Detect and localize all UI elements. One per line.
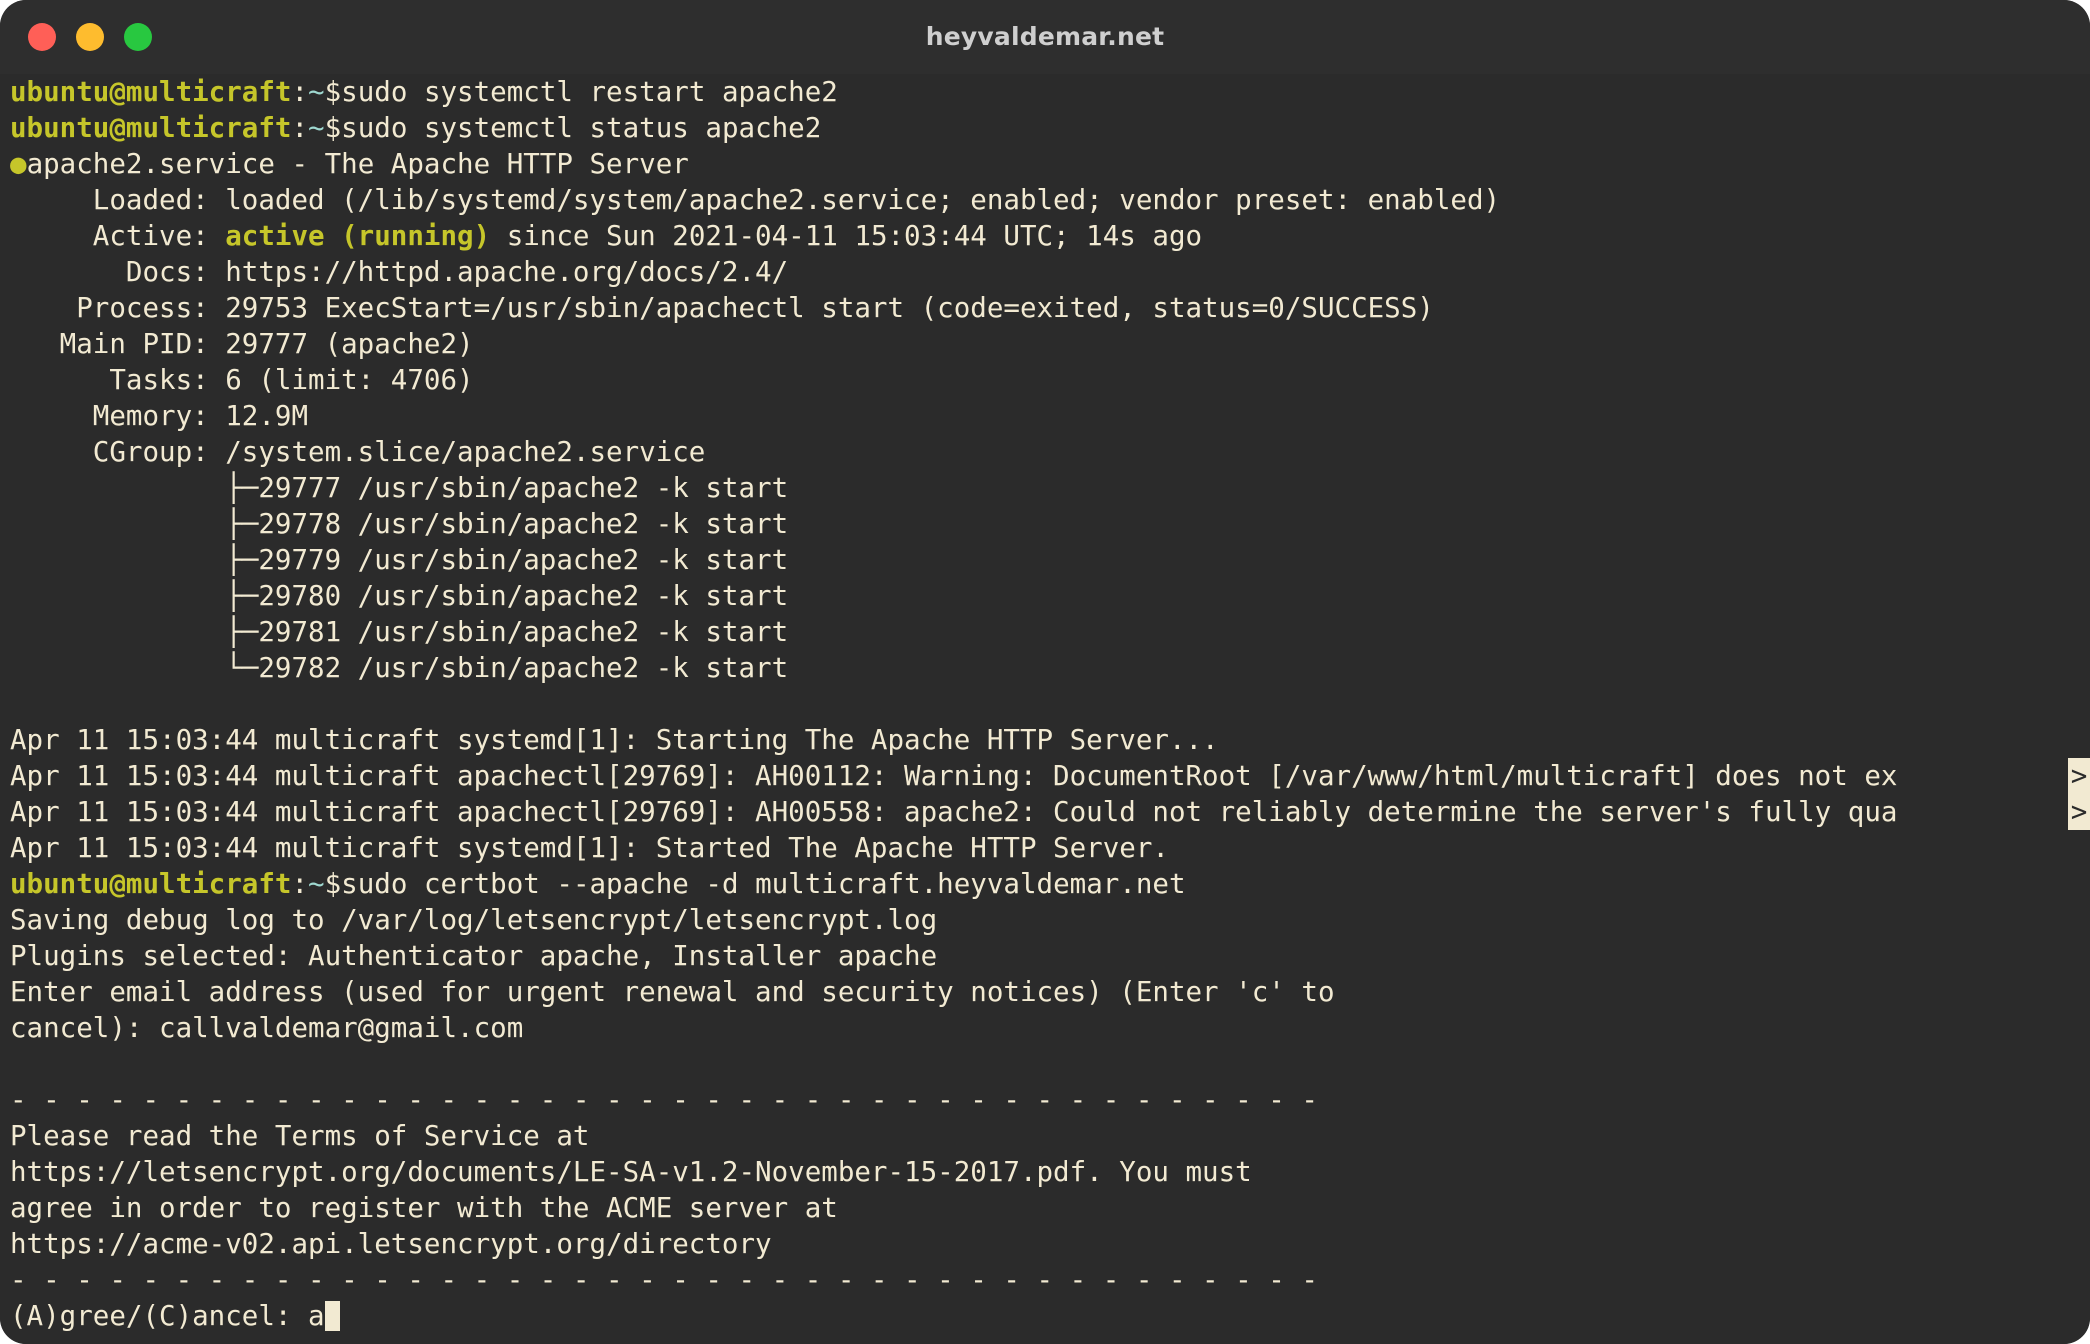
tos-line-1: Please read the Terms of Service at: [10, 1120, 590, 1152]
service-loaded-value: loaded (/lib/systemd/system/apache2.serv…: [225, 184, 1501, 216]
cgroup-child-line: └─29782 /usr/sbin/apache2 -k start: [10, 652, 789, 684]
prompt-user-host: ubuntu@multicraft: [10, 76, 292, 108]
certbot-plugins-line: Plugins selected: Authenticator apache, …: [10, 940, 938, 972]
command-line-status: ubuntu@multicraft:~$sudo systemctl statu…: [10, 110, 2090, 146]
prompt-user-host: ubuntu@multicraft: [10, 868, 292, 900]
prompt-path: ~: [308, 76, 325, 108]
prompt-colon: :: [291, 76, 309, 108]
cgroup-child-line: ├─29779 /usr/sbin/apache2 -k start: [10, 544, 789, 576]
certbot-saving-log-line: Saving debug log to /var/log/letsencrypt…: [10, 904, 938, 936]
journal-line-text: Apr 11 15:03:44 multicraft apachectl[297…: [10, 760, 1898, 792]
agree-prompt-line[interactable]: (A)gree/(C)ancel: a: [10, 1298, 2090, 1334]
command-text-status: sudo systemctl status apache2: [341, 112, 822, 144]
prompt-colon: :: [291, 868, 309, 900]
minimize-button[interactable]: [76, 23, 104, 51]
command-text-certbot: sudo certbot --apache -d multicraft.heyv…: [341, 868, 1186, 900]
journal-line-text: Apr 11 15:03:44 multicraft apachectl[297…: [10, 796, 1898, 828]
service-loaded-line: Loaded: loaded (/lib/systemd/system/apac…: [10, 182, 2090, 218]
service-loaded-key: Loaded:: [10, 184, 226, 216]
journal-line-text: Apr 11 15:03:44 multicraft systemd[1]: S…: [10, 832, 1169, 864]
window-titlebar: heyvaldemar.net: [0, 0, 2090, 74]
command-text-restart: sudo systemctl restart apache2: [341, 76, 838, 108]
journal-line-text: Apr 11 15:03:44 multicraft systemd[1]: S…: [10, 724, 1219, 756]
prompt-path: ~: [308, 112, 325, 144]
command-line-restart: ubuntu@multicraft:~$sudo systemctl resta…: [10, 74, 2090, 110]
service-process-line: Process: 29753 ExecStart=/usr/sbin/apach…: [10, 292, 1434, 324]
service-cgroup-line: CGroup: /system.slice/apache2.service: [10, 436, 706, 468]
separator-line-top: - - - - - - - - - - - - - - - - - - - - …: [10, 1084, 1318, 1116]
agree-prompt-label: (A)gree/(C)ancel:: [10, 1300, 309, 1332]
text-cursor: [324, 1301, 340, 1331]
journal-line: Apr 11 15:03:44 multicraft systemd[1]: S…: [10, 830, 2090, 866]
prompt-sigil: $: [324, 112, 342, 144]
service-active-state: active (running): [225, 220, 491, 252]
tos-line-4: https://acme-v02.api.letsencrypt.org/dir…: [10, 1228, 772, 1260]
service-docs-line: Docs: https://httpd.apache.org/docs/2.4/: [10, 256, 789, 288]
certbot-email-prompt-line-2: cancel): callvaldemar@gmail.com: [10, 1012, 524, 1044]
cgroup-child-line: ├─29778 /usr/sbin/apache2 -k start: [10, 508, 789, 540]
cgroup-child-line: ├─29781 /usr/sbin/apache2 -k start: [10, 616, 789, 648]
command-line-certbot: ubuntu@multicraft:~$sudo certbot --apach…: [10, 866, 2090, 902]
service-active-rest: since Sun 2021-04-11 15:03:44 UTC; 14s a…: [490, 220, 1203, 252]
service-header-line: ●apache2.service - The Apache HTTP Serve…: [10, 146, 2090, 182]
maximize-button[interactable]: [124, 23, 152, 51]
prompt-path: ~: [308, 868, 325, 900]
service-memory-line: Memory: 12.9M: [10, 400, 309, 432]
cgroup-child-line: ├─29780 /usr/sbin/apache2 -k start: [10, 580, 789, 612]
window-controls: [0, 23, 152, 51]
tos-line-3: agree in order to register with the ACME…: [10, 1192, 838, 1224]
service-header-text: apache2.service - The Apache HTTP Server: [26, 148, 689, 180]
terminal-output[interactable]: ubuntu@multicraft:~$sudo systemctl resta…: [0, 74, 2090, 1344]
service-mainpid-line: Main PID: 29777 (apache2): [10, 328, 474, 360]
journal-line: Apr 11 15:03:44 multicraft systemd[1]: S…: [10, 722, 2090, 758]
line-truncation-marker: >: [2068, 758, 2090, 794]
line-truncation-marker: >: [2068, 794, 2090, 830]
prompt-user-host: ubuntu@multicraft: [10, 112, 292, 144]
separator-line-bottom: - - - - - - - - - - - - - - - - - - - - …: [10, 1264, 1318, 1296]
status-dot-icon: ●: [10, 148, 27, 180]
terminal-window: heyvaldemar.net ubuntu@multicraft:~$sudo…: [0, 0, 2090, 1344]
journal-line: Apr 11 15:03:44 multicraft apachectl[297…: [10, 758, 2090, 794]
prompt-sigil: $: [324, 76, 342, 108]
service-tasks-line: Tasks: 6 (limit: 4706): [10, 364, 474, 396]
service-active-key: Active:: [10, 220, 226, 252]
close-button[interactable]: [28, 23, 56, 51]
prompt-sigil: $: [324, 868, 342, 900]
certbot-email-prompt-line-1: Enter email address (used for urgent ren…: [10, 976, 1335, 1008]
service-active-line: Active: active (running) since Sun 2021-…: [10, 218, 2090, 254]
agree-prompt-input[interactable]: a: [308, 1300, 325, 1332]
tos-line-2: https://letsencrypt.org/documents/LE-SA-…: [10, 1156, 1252, 1188]
cgroup-child-line: ├─29777 /usr/sbin/apache2 -k start: [10, 472, 789, 504]
window-title: heyvaldemar.net: [925, 22, 1165, 51]
journal-line: Apr 11 15:03:44 multicraft apachectl[297…: [10, 794, 2090, 830]
prompt-colon: :: [291, 112, 309, 144]
